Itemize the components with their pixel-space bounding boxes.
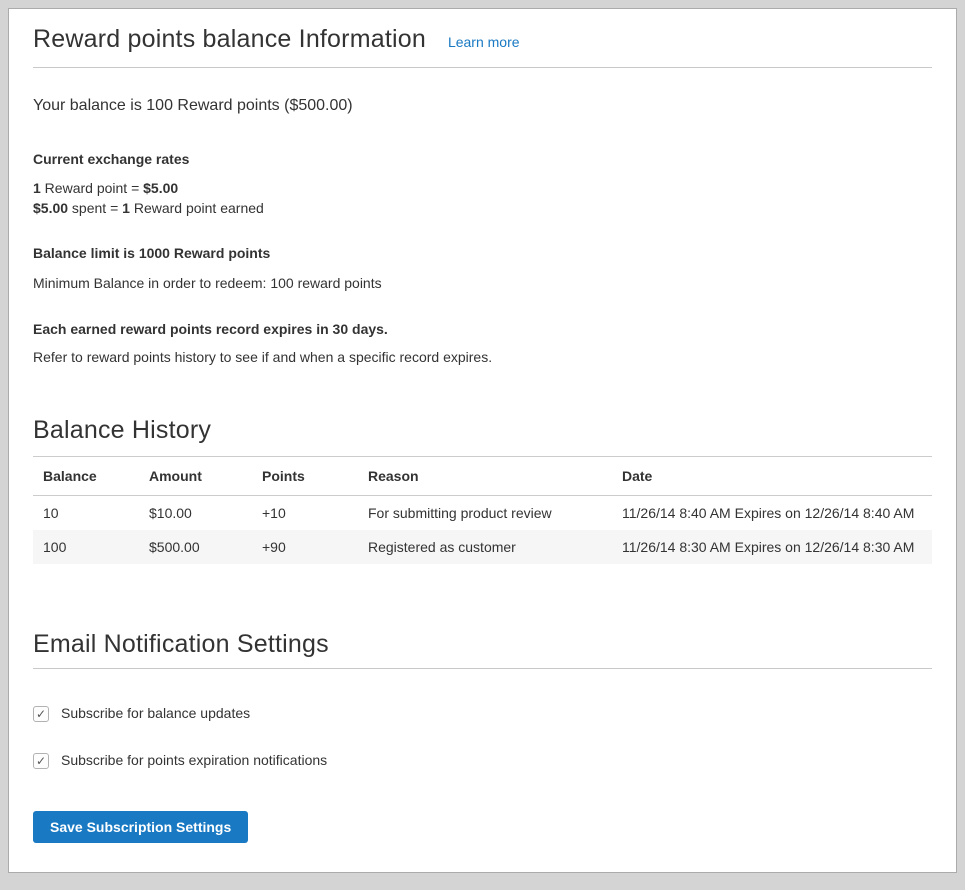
column-header-date: Date <box>612 457 932 496</box>
exchange-rates-heading: Current exchange rates <box>33 150 932 169</box>
checkbox-checked-icon[interactable]: ✓ <box>33 706 49 722</box>
earn-rate-mid: spent = <box>68 200 122 216</box>
earn-rate-suffix: Reward point earned <box>130 200 264 216</box>
column-header-balance: Balance <box>33 457 139 496</box>
notification-options: ✓ Subscribe for balance updates ✓ Subscr… <box>33 705 932 769</box>
column-header-points: Points <box>252 457 358 496</box>
redeem-rate-money: $5.00 <box>143 180 178 196</box>
balance-limit-text: Balance limit is 1000 Reward points <box>33 244 932 263</box>
earn-rate-money: $5.00 <box>33 200 68 216</box>
cell-reason: For submitting product review <box>358 496 612 531</box>
expiry-note-text: Refer to reward points history to see if… <box>33 348 932 367</box>
table-row: 10 $10.00 +10 For submitting product rev… <box>33 496 932 531</box>
balance-summary: Your balance is 100 Reward points ($500.… <box>33 95 932 117</box>
header-divider <box>33 67 932 68</box>
earn-rate-points: 1 <box>122 200 130 216</box>
balance-history-title: Balance History <box>33 416 932 445</box>
checkbox-checked-icon[interactable]: ✓ <box>33 753 49 769</box>
email-notification-title: Email Notification Settings <box>33 630 932 659</box>
table-header-row: Balance Amount Points Reason Date <box>33 457 932 496</box>
column-header-amount: Amount <box>139 457 252 496</box>
page-header: Reward points balance Information Learn … <box>33 25 932 54</box>
learn-more-link[interactable]: Learn more <box>448 34 520 50</box>
save-subscription-settings-button[interactable]: Save Subscription Settings <box>33 811 248 843</box>
cell-date: 11/26/14 8:40 AM Expires on 12/26/14 8:4… <box>612 496 932 531</box>
notification-divider <box>33 668 932 669</box>
cell-points: +90 <box>252 530 358 564</box>
table-row: 100 $500.00 +90 Registered as customer 1… <box>33 530 932 564</box>
expiry-rule-text: Each earned reward points record expires… <box>33 320 932 339</box>
cell-amount: $500.00 <box>139 530 252 564</box>
subscribe-expiration-notifications-option[interactable]: ✓ Subscribe for points expiration notifi… <box>33 752 932 769</box>
cell-date: 11/26/14 8:30 AM Expires on 12/26/14 8:3… <box>612 530 932 564</box>
redeem-rate-line: 1 Reward point = $5.00 <box>33 179 932 199</box>
min-balance-text: Minimum Balance in order to redeem: 100 … <box>33 274 932 293</box>
cell-points: +10 <box>252 496 358 531</box>
redeem-rate-points: 1 <box>33 180 41 196</box>
earn-rate-line: $5.00 spent = 1 Reward point earned <box>33 199 932 219</box>
checkbox-label: Subscribe for balance updates <box>61 705 250 722</box>
reward-points-card: Reward points balance Information Learn … <box>8 8 957 873</box>
redeem-rate-mid: Reward point = <box>41 180 143 196</box>
cell-balance: 10 <box>33 496 139 531</box>
balance-history-table: Balance Amount Points Reason Date 10 $10… <box>33 456 932 564</box>
cell-reason: Registered as customer <box>358 530 612 564</box>
page-title: Reward points balance Information <box>33 25 426 54</box>
subscribe-balance-updates-option[interactable]: ✓ Subscribe for balance updates <box>33 705 932 722</box>
column-header-reason: Reason <box>358 457 612 496</box>
exchange-rates: 1 Reward point = $5.00 $5.00 spent = 1 R… <box>33 179 932 218</box>
cell-balance: 100 <box>33 530 139 564</box>
checkbox-label: Subscribe for points expiration notifica… <box>61 752 327 769</box>
cell-amount: $10.00 <box>139 496 252 531</box>
